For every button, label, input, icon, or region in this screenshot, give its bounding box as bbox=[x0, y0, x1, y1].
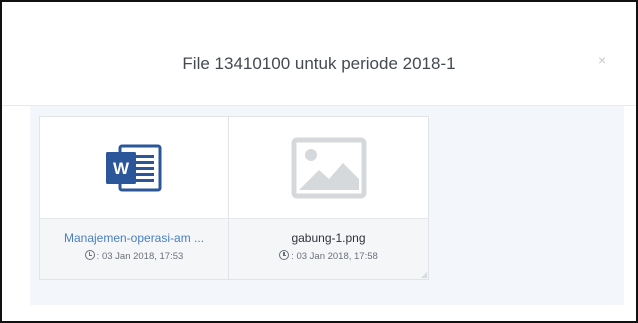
close-button[interactable]: × bbox=[598, 53, 606, 67]
resize-corner-icon bbox=[421, 272, 427, 278]
file-tile[interactable]: gabung-1.png : 03 Jan 2018, 17:58 bbox=[229, 116, 429, 280]
modal-header: File 13410100 untuk periode 2018-1 × bbox=[2, 2, 636, 106]
file-modal: File 13410100 untuk periode 2018-1 × W M… bbox=[0, 0, 638, 323]
file-name-link[interactable]: gabung-1.png bbox=[229, 231, 428, 245]
file-info: Manajemen-operasi-am ... : 03 Jan 2018, … bbox=[40, 218, 228, 279]
svg-text:W: W bbox=[113, 159, 130, 178]
file-list: W Manajemen-operasi-am ... : 03 Jan 2018… bbox=[39, 116, 429, 280]
clock-icon bbox=[84, 250, 95, 260]
word-document-icon: W bbox=[106, 144, 162, 191]
file-timestamp: : 03 Jan 2018, 17:58 bbox=[229, 250, 428, 262]
modal-body: W Manajemen-operasi-am ... : 03 Jan 2018… bbox=[30, 106, 624, 305]
file-thumbnail[interactable]: W bbox=[40, 117, 228, 218]
modal-title: File 13410100 untuk periode 2018-1 bbox=[182, 54, 456, 73]
file-name-link[interactable]: Manajemen-operasi-am ... bbox=[40, 231, 228, 245]
file-timestamp-text: : 03 Jan 2018, 17:58 bbox=[291, 251, 378, 262]
file-tile[interactable]: W Manajemen-operasi-am ... : 03 Jan 2018… bbox=[39, 116, 229, 280]
file-info: gabung-1.png : 03 Jan 2018, 17:58 bbox=[229, 218, 428, 279]
file-timestamp-text: : 03 Jan 2018, 17:53 bbox=[96, 251, 184, 262]
file-timestamp: : 03 Jan 2018, 17:53 bbox=[40, 250, 228, 262]
clock-icon bbox=[279, 250, 290, 260]
file-thumbnail[interactable] bbox=[229, 117, 428, 218]
image-placeholder-icon bbox=[291, 137, 366, 198]
